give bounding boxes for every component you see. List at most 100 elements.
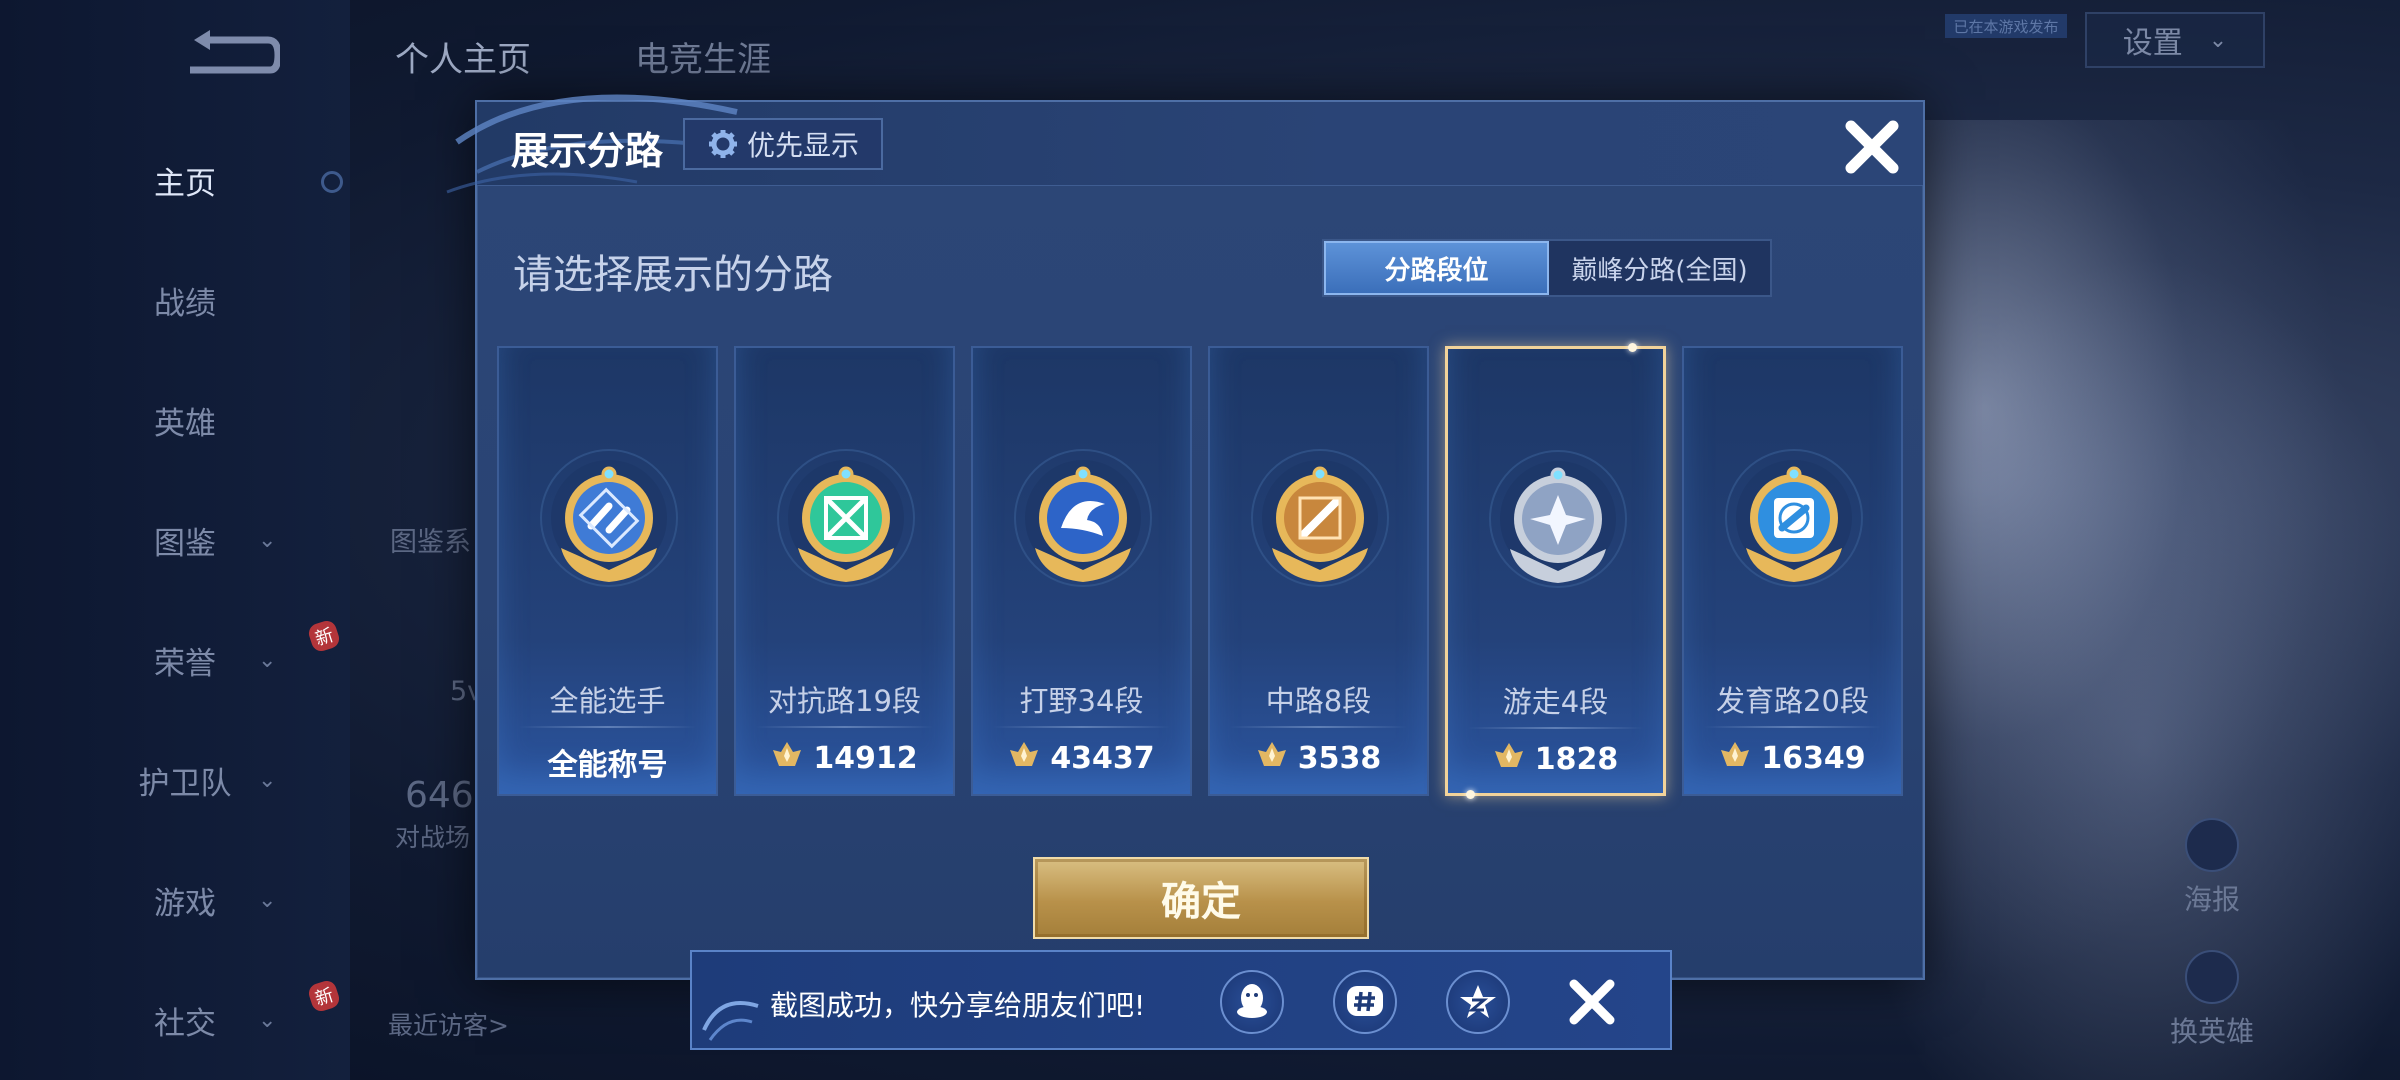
chevron-down-icon: ⌄ <box>258 1007 277 1033</box>
sidebar-item-label: 游戏 <box>154 885 216 922</box>
lane-score: 14912 <box>736 740 953 776</box>
sidebar-item-2[interactable]: 英雄 <box>130 390 340 450</box>
change-hero-button[interactable]: 换英雄 <box>2152 950 2272 1050</box>
publish-tag: 已在本游戏发布 <box>1945 14 2067 38</box>
chevron-down-icon: ⌄ <box>258 647 277 673</box>
sidebar-item-label: 图鉴 <box>154 525 216 562</box>
chevron-down-icon: ⌄ <box>258 767 277 793</box>
lane-card-list: 全能选手 全能称号 对抗路19段 14912 打野34段 43437 中路8段 3538 游走4… <box>497 343 1907 799</box>
sidebar-item-5[interactable]: 护卫队 ⌄ <box>130 750 340 810</box>
sidebar-item-4[interactable]: 荣誉 ⌄ 新 <box>130 618 342 690</box>
lane-score: 3538 <box>1210 740 1427 776</box>
new-badge: 新 <box>306 618 342 654</box>
tab-esports-career[interactable]: 电竞生涯 <box>635 32 771 81</box>
priority-display-label: 优先显示 <box>746 129 859 162</box>
settings-dropdown[interactable]: 设置 ⌄ <box>2085 12 2265 68</box>
lane-score: 全能称号 <box>499 740 716 784</box>
poster-label: 海报 <box>2183 883 2240 916</box>
qzone-star-icon[interactable] <box>1446 970 1510 1034</box>
lane-rank-name: 对抗路19段 <box>768 684 921 718</box>
rank-points-icon <box>1008 740 1040 776</box>
rank-points-icon <box>1719 740 1751 776</box>
close-icon[interactable] <box>1837 112 1907 182</box>
card-divider <box>1468 727 1643 729</box>
chevron-down-icon: ⌄ <box>258 527 277 553</box>
lane-score-value: 3538 <box>1297 740 1382 776</box>
lane-score-value: 1828 <box>1534 741 1619 777</box>
rank-points-icon <box>1256 740 1288 776</box>
poster-button[interactable]: 海报 <box>2152 818 2272 918</box>
sidebar: 主页 战绩 英雄 图鉴 ⌄ 荣誉 ⌄ 新护卫队 ⌄ 游戏 ⌄ 社交 ⌄ 新 <box>0 0 350 1080</box>
lane-card-mid[interactable]: 中路8段 3538 <box>1208 346 1429 796</box>
lane-score-value: 14912 <box>813 740 918 776</box>
sidebar-item-label: 护卫队 <box>138 765 232 802</box>
show-lane-dialog: 展示分路 优先显示 请选择展示的分路 分路段位 巅峰分路(全国) 全能选手全能称… <box>446 94 1925 980</box>
roam-rank-badge-icon <box>1488 449 1628 589</box>
lane-card-farm[interactable]: 发育路20段 16349 <box>1682 346 1903 796</box>
selection-sparkle <box>1466 790 1475 799</box>
clash-rank-badge-icon <box>776 448 916 588</box>
lane-score: 16349 <box>1684 740 1901 776</box>
lane-score-value: 全能称号 <box>547 748 668 783</box>
card-divider <box>756 726 933 728</box>
mid-rank-badge-icon <box>1250 448 1390 588</box>
back-arrow-icon[interactable] <box>180 30 280 80</box>
lane-score-value: 43437 <box>1050 740 1155 776</box>
sidebar-item-6[interactable]: 游戏 ⌄ <box>130 870 340 930</box>
sidebar-item-label: 主页 <box>154 165 216 202</box>
toggle-peak-lane[interactable]: 巅峰分路(全国) <box>1549 241 1770 295</box>
jungle-rank-badge-icon <box>1013 448 1153 588</box>
lane-mode-toggle: 分路段位 巅峰分路(全国) <box>1322 239 1772 297</box>
chevron-down-icon: ⌄ <box>258 887 277 913</box>
sidebar-item-7[interactable]: 社交 ⌄ 新 <box>130 978 342 1050</box>
lane-card-jungle[interactable]: 打野34段 43437 <box>971 346 1192 796</box>
selection-sparkle <box>1628 343 1637 352</box>
lane-rank-name: 全能选手 <box>549 684 666 718</box>
lane-card-allround[interactable]: 全能选手 全能称号 <box>497 346 718 796</box>
sidebar-item-3[interactable]: 图鉴 ⌄ <box>130 510 340 570</box>
card-divider <box>1704 726 1881 728</box>
flame-icon <box>2185 950 2239 1004</box>
poster-icon <box>2185 818 2239 872</box>
dialog-title: 展示分路 <box>511 129 664 173</box>
card-divider <box>993 726 1170 728</box>
sidebar-item-label: 荣誉 <box>154 645 216 682</box>
swirl-logo-icon <box>702 1001 759 1041</box>
tab-personal-home[interactable]: 个人主页 <box>395 32 531 81</box>
match-count: 646 <box>405 775 474 816</box>
share-toast-text: 截图成功，快分享给朋友们吧! <box>770 989 1146 1022</box>
codex-label: 图鉴系 <box>390 527 471 558</box>
gear-icon <box>708 130 737 158</box>
lane-card-roam[interactable]: 游走4段 1828 <box>1445 343 1666 799</box>
change-hero-label: 换英雄 <box>2169 1015 2254 1048</box>
settings-label: 设置 <box>2122 26 2183 61</box>
share-toast: 截图成功，快分享给朋友们吧! <box>690 950 1672 1050</box>
sidebar-item-0[interactable]: 主页 <box>130 150 343 210</box>
confirm-button[interactable]: 确定 <box>1033 857 1369 939</box>
recent-visitors-link[interactable]: 最近访客> <box>388 1006 509 1042</box>
lane-score: 1828 <box>1448 741 1663 777</box>
close-icon[interactable] <box>1564 974 1620 1030</box>
qq-icon[interactable] <box>1220 970 1284 1034</box>
dialog-subtitle: 请选择展示的分路 <box>513 252 833 298</box>
hashtag-icon[interactable] <box>1333 970 1397 1034</box>
farm-rank-badge-icon <box>1724 448 1864 588</box>
new-badge: 新 <box>306 978 342 1014</box>
sidebar-item-label: 社交 <box>154 1005 216 1042</box>
sidebar-item-label: 英雄 <box>154 405 216 442</box>
sidebar-item-1[interactable]: 战绩 <box>130 270 340 330</box>
toggle-lane-rank[interactable]: 分路段位 <box>1324 241 1549 295</box>
priority-display-button[interactable]: 优先显示 <box>683 118 883 170</box>
lane-rank-name: 打野34段 <box>1019 684 1144 718</box>
card-divider <box>1230 726 1407 728</box>
rank-points-icon <box>1493 741 1525 777</box>
card-divider <box>519 726 696 728</box>
sidebar-item-label: 战绩 <box>154 285 216 322</box>
rank-points-icon <box>771 740 803 776</box>
chevron-down-icon: ⌄ <box>2208 27 2228 53</box>
lane-rank-name: 中路8段 <box>1265 684 1372 718</box>
lane-score-value: 16349 <box>1761 740 1866 776</box>
lane-rank-name: 发育路20段 <box>1716 684 1869 718</box>
allround-rank-badge-icon <box>539 448 679 588</box>
lane-card-clash[interactable]: 对抗路19段 14912 <box>734 346 955 796</box>
